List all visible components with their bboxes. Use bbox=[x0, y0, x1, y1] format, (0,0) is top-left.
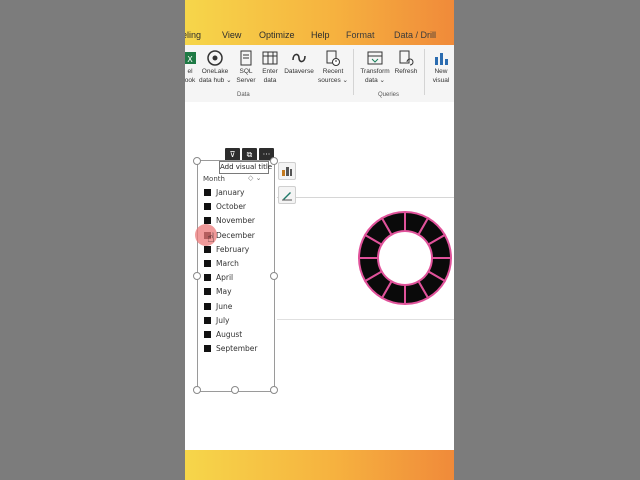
app-window: eling View Optimize Help Format Data / D… bbox=[185, 0, 454, 480]
onelake-icon bbox=[207, 50, 223, 66]
button-label: SQL bbox=[239, 68, 253, 75]
checkbox[interactable] bbox=[204, 316, 211, 324]
button-label: Server bbox=[236, 77, 256, 84]
slicer-item-label: July bbox=[216, 315, 230, 325]
button-label: New bbox=[434, 68, 448, 75]
transform-data-icon bbox=[367, 51, 383, 65]
button-label: el bbox=[187, 68, 193, 75]
checkbox[interactable] bbox=[204, 345, 211, 353]
tab-modeling[interactable]: eling bbox=[185, 30, 201, 40]
slicer-item[interactable]: October bbox=[204, 201, 246, 213]
format-brush-icon[interactable] bbox=[278, 186, 296, 204]
button-label: sources ⌄ bbox=[317, 77, 348, 84]
dataverse-icon bbox=[292, 53, 306, 63]
hand-cursor-icon: ☝ bbox=[207, 231, 215, 246]
recent-sources-icon bbox=[326, 50, 340, 66]
checkbox[interactable] bbox=[204, 331, 211, 338]
donut-chart[interactable] bbox=[357, 210, 453, 306]
ribbon-separator bbox=[424, 49, 425, 95]
slicer-item[interactable]: May bbox=[204, 286, 232, 298]
button-label: Refresh bbox=[394, 68, 418, 75]
left-letterbox bbox=[0, 0, 185, 480]
checkbox[interactable] bbox=[204, 302, 211, 310]
add-visual-title-tooltip[interactable]: Add visual title bbox=[219, 161, 272, 174]
group-label-queries: Queries bbox=[378, 92, 400, 98]
slicer-item[interactable]: June bbox=[204, 301, 232, 313]
button-label: data hub ⌄ bbox=[199, 77, 232, 84]
chart-type-icon[interactable] bbox=[278, 162, 296, 180]
new-visual-icon bbox=[435, 53, 448, 65]
button-label: visual bbox=[432, 77, 450, 84]
resize-handle[interactable] bbox=[270, 157, 278, 165]
checkbox[interactable] bbox=[204, 203, 211, 211]
slicer-item[interactable]: January bbox=[204, 187, 244, 199]
checkbox[interactable] bbox=[204, 288, 211, 296]
group-label-data: Data bbox=[237, 92, 250, 98]
slicer-item-label: May bbox=[216, 287, 232, 297]
slicer-header: Month bbox=[203, 175, 225, 183]
slicer-item-label: February bbox=[216, 244, 250, 254]
slicer-item[interactable]: March bbox=[204, 258, 239, 270]
table-icon bbox=[262, 51, 278, 65]
onelake-data-hub-button[interactable]: OneLake data hub ⌄ bbox=[199, 49, 232, 85]
ribbon-separator bbox=[353, 49, 354, 95]
visual-border bbox=[277, 319, 454, 320]
resize-handle[interactable] bbox=[193, 386, 201, 394]
slicer-item-label: September bbox=[216, 344, 258, 354]
visual-border bbox=[277, 197, 454, 198]
ribbon-tab-bar: eling View Optimize Help Format Data / D… bbox=[185, 0, 454, 45]
resize-handle[interactable] bbox=[270, 386, 278, 394]
tab-data-drill[interactable]: Data / Drill bbox=[394, 30, 436, 40]
button-label: ook bbox=[185, 77, 196, 84]
right-letterbox bbox=[454, 0, 640, 480]
svg-text:X: X bbox=[187, 55, 193, 64]
resize-handle[interactable] bbox=[193, 157, 201, 165]
button-label: Transform bbox=[360, 68, 390, 75]
sql-server-icon bbox=[240, 50, 252, 66]
tab-optimize[interactable]: Optimize bbox=[259, 30, 295, 40]
sql-server-button[interactable]: SQL Server bbox=[235, 49, 257, 85]
month-slicer[interactable]: Month ◇ ⌄ January October November December… bbox=[197, 160, 275, 392]
slicer-item[interactable]: April bbox=[204, 272, 233, 284]
slicer-item[interactable]: August bbox=[204, 329, 242, 341]
slicer-item-label: June bbox=[216, 301, 233, 311]
checkbox[interactable] bbox=[204, 260, 211, 267]
refresh-button[interactable]: Refresh bbox=[392, 49, 420, 76]
enter-data-button[interactable]: Enter data bbox=[259, 49, 281, 85]
bottom-banner bbox=[185, 450, 454, 480]
slicer-item-label: October bbox=[216, 202, 247, 212]
slicer-item-label: November bbox=[216, 216, 256, 226]
resize-handle[interactable] bbox=[231, 386, 239, 394]
slicer-item-label: December bbox=[216, 230, 255, 240]
dataverse-button[interactable]: Dataverse bbox=[282, 49, 316, 76]
resize-handle[interactable] bbox=[270, 272, 278, 280]
button-label: data ⌄ bbox=[365, 77, 385, 84]
button-label: OneLake bbox=[201, 68, 229, 75]
resize-handle[interactable] bbox=[193, 272, 201, 280]
checkbox[interactable] bbox=[204, 189, 211, 196]
checkbox[interactable] bbox=[204, 274, 211, 282]
slicer-item[interactable]: September bbox=[204, 343, 257, 355]
slicer-item-label: March bbox=[216, 259, 239, 268]
excel-icon: X bbox=[185, 52, 196, 64]
eraser-icon[interactable]: ◇ ⌄ bbox=[248, 174, 261, 182]
checkbox[interactable] bbox=[204, 245, 211, 253]
slicer-item-label: April bbox=[216, 273, 234, 283]
ribbon: X el ook OneLake data hub ⌄ SQL Server E… bbox=[185, 45, 454, 103]
tab-help[interactable]: Help bbox=[311, 30, 330, 40]
recent-sources-button[interactable]: Recent sources ⌄ bbox=[317, 49, 349, 85]
button-label: Enter bbox=[262, 68, 278, 75]
transform-data-button[interactable]: Transform data ⌄ bbox=[359, 49, 391, 85]
tab-view[interactable]: View bbox=[222, 30, 241, 40]
button-label: Dataverse bbox=[284, 68, 314, 75]
slicer-item-label: August bbox=[216, 330, 243, 339]
button-label: Recent bbox=[322, 68, 344, 75]
new-visual-button[interactable]: New visual bbox=[428, 49, 454, 85]
refresh-icon bbox=[399, 50, 414, 66]
tab-format[interactable]: Format bbox=[346, 30, 375, 40]
button-label: data bbox=[263, 77, 277, 84]
excel-workbook-button[interactable]: X el ook bbox=[185, 49, 199, 85]
slicer-item-label: January bbox=[216, 188, 245, 197]
slicer-item[interactable]: July bbox=[204, 315, 230, 327]
